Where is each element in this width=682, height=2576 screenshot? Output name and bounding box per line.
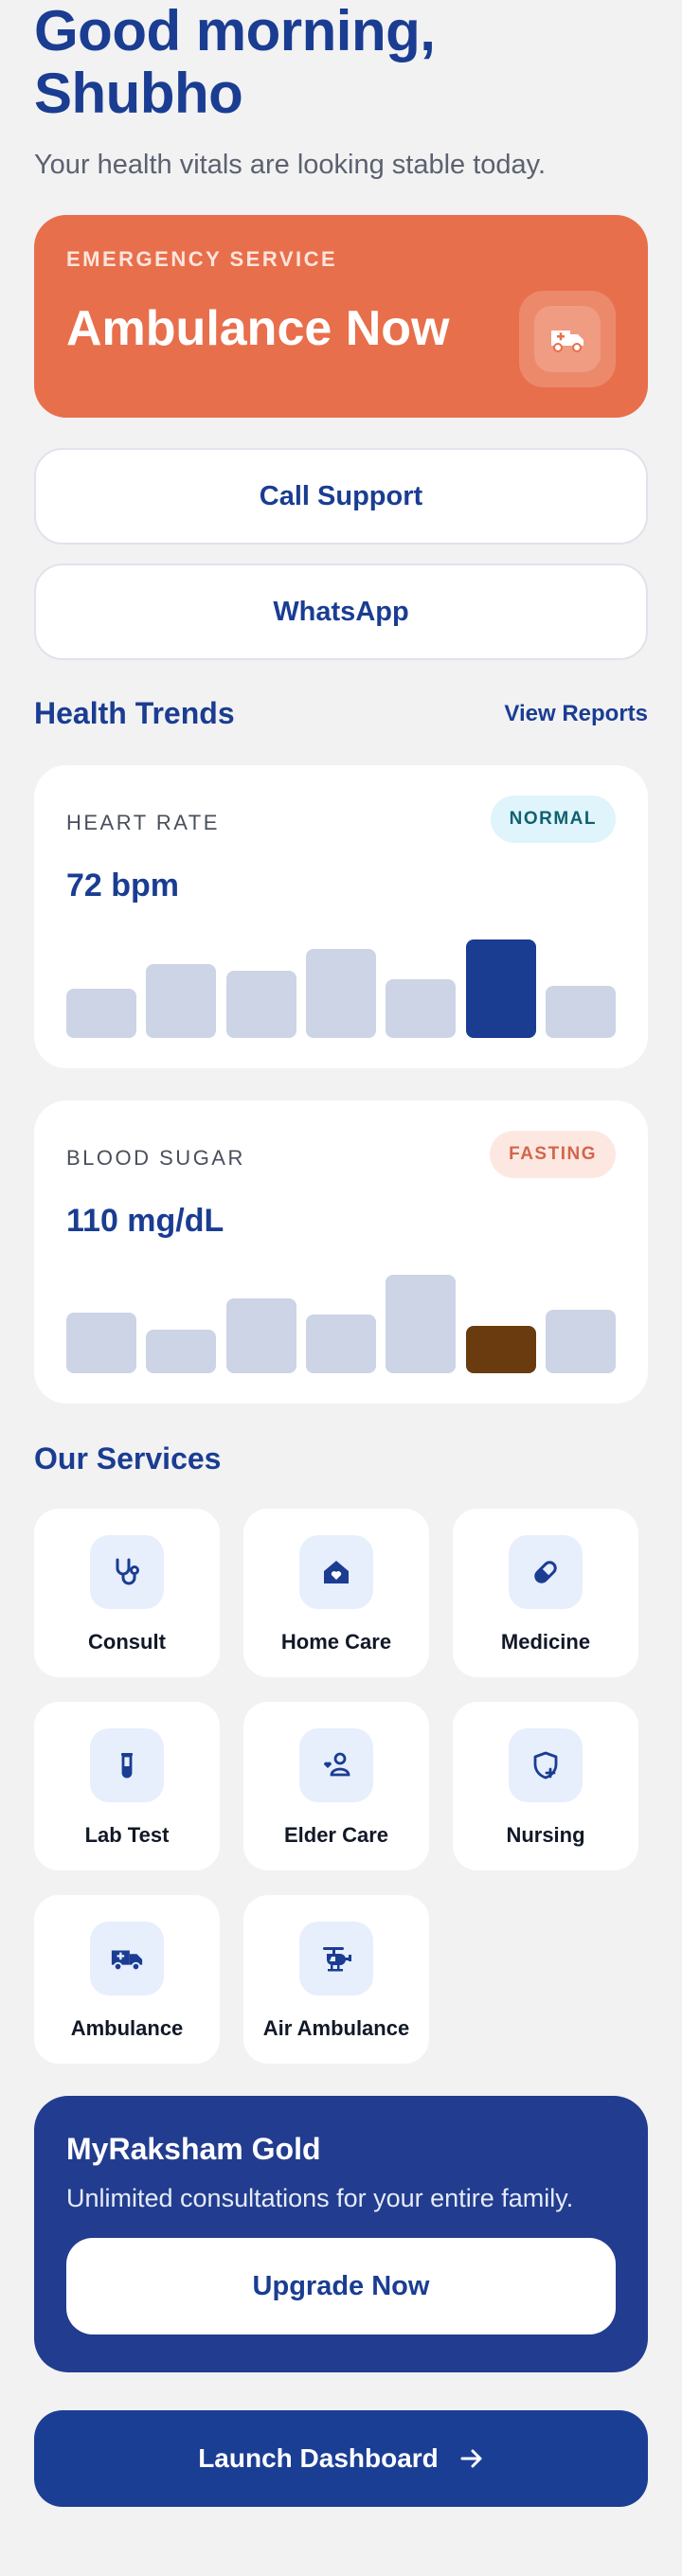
service-nursing[interactable]: Nursing bbox=[453, 1702, 638, 1870]
elder-care-icon bbox=[299, 1728, 373, 1802]
emergency-eyebrow: EMERGENCY SERVICE bbox=[66, 247, 338, 271]
heart-rate-bars bbox=[66, 934, 616, 1038]
service-label: Home Care bbox=[280, 1630, 392, 1654]
greeting-line-2: Shubho bbox=[34, 62, 243, 125]
heart-rate-value: 72 bpm bbox=[66, 868, 180, 903]
services-title: Our Services bbox=[34, 1441, 222, 1476]
trend-bar bbox=[225, 1298, 296, 1373]
test-tube-icon bbox=[90, 1728, 164, 1802]
greeting-subtitle: Your health vitals are looking stable to… bbox=[34, 150, 547, 180]
blood-sugar-card[interactable]: BLOOD SUGAR 110 mg/dL FASTING bbox=[34, 1100, 648, 1404]
services-grid: Consult Home Care Medicine Lab Test Elde… bbox=[34, 1509, 648, 2064]
myraksham-gold-card: MyRaksham Gold Unlimited consultations f… bbox=[34, 2096, 648, 2372]
trend-bar bbox=[465, 1326, 536, 1373]
shield-plus-icon bbox=[509, 1728, 583, 1802]
helicopter-icon bbox=[299, 1922, 373, 1995]
trend-bar bbox=[66, 989, 136, 1038]
greeting-heading: Good morning, Shubho bbox=[34, 0, 648, 125]
trend-bar bbox=[305, 1315, 376, 1373]
trend-bar bbox=[305, 949, 376, 1038]
stethoscope-icon bbox=[90, 1535, 164, 1609]
heart-rate-status-badge: NORMAL bbox=[490, 796, 616, 843]
pill-icon bbox=[509, 1535, 583, 1609]
upgrade-now-button[interactable]: Upgrade Now bbox=[66, 2238, 616, 2334]
ambulance-now-card[interactable]: EMERGENCY SERVICE Ambulance Now bbox=[34, 215, 648, 418]
arrow-right-icon bbox=[459, 2448, 484, 2469]
blood-sugar-status-badge: FASTING bbox=[490, 1131, 616, 1178]
trend-bar bbox=[465, 939, 536, 1038]
service-label: Lab Test bbox=[84, 1823, 170, 1847]
service-label: Air Ambulance bbox=[262, 2016, 410, 2040]
service-elder-care[interactable]: Elder Care bbox=[243, 1702, 429, 1870]
launch-dashboard-label: Launch Dashboard bbox=[198, 2443, 439, 2473]
trend-bar bbox=[225, 971, 296, 1038]
blood-sugar-value: 110 mg/dL bbox=[66, 1203, 224, 1239]
service-label: Consult bbox=[88, 1630, 166, 1654]
home-screen: Good morning, Shubho Your health vitals … bbox=[0, 0, 682, 2576]
service-label: Elder Care bbox=[283, 1823, 389, 1847]
health-trends-title: Health Trends bbox=[34, 696, 235, 730]
home-care-icon bbox=[299, 1535, 373, 1609]
launch-dashboard-button[interactable]: Launch Dashboard bbox=[34, 2410, 648, 2507]
greeting-line-1: Good morning, bbox=[34, 0, 436, 63]
trend-bar bbox=[386, 979, 457, 1038]
trend-bar bbox=[66, 1313, 136, 1373]
trend-bar bbox=[386, 1275, 457, 1373]
emergency-icon-container bbox=[519, 291, 616, 387]
gold-title: MyRaksham Gold bbox=[66, 2132, 321, 2166]
service-lab-test[interactable]: Lab Test bbox=[34, 1702, 220, 1870]
service-medicine[interactable]: Medicine bbox=[453, 1509, 638, 1677]
service-label: Medicine bbox=[500, 1630, 591, 1654]
ambulance-icon bbox=[534, 306, 601, 372]
service-label: Nursing bbox=[506, 1823, 585, 1847]
gold-description: Unlimited consultations for your entire … bbox=[66, 2184, 574, 2212]
service-label: Ambulance bbox=[70, 2016, 184, 2040]
service-consult[interactable]: Consult bbox=[34, 1509, 220, 1677]
health-trends-header: Health Trends View Reports bbox=[34, 696, 648, 731]
trend-bar bbox=[545, 1310, 616, 1373]
blood-sugar-bars bbox=[66, 1269, 616, 1373]
service-home-care[interactable]: Home Care bbox=[243, 1509, 429, 1677]
trend-bar bbox=[146, 1330, 217, 1373]
trend-bar bbox=[545, 986, 616, 1038]
heart-rate-card[interactable]: HEART RATE 72 bpm NORMAL bbox=[34, 765, 648, 1068]
ambulance-icon bbox=[90, 1922, 164, 1995]
service-air-ambulance[interactable]: Air Ambulance bbox=[243, 1895, 429, 2064]
view-reports-link[interactable]: View Reports bbox=[504, 701, 648, 727]
whatsapp-button[interactable]: WhatsApp bbox=[34, 564, 648, 660]
service-ambulance[interactable]: Ambulance bbox=[34, 1895, 220, 2064]
call-support-button[interactable]: Call Support bbox=[34, 448, 648, 545]
trend-bar bbox=[146, 964, 217, 1038]
